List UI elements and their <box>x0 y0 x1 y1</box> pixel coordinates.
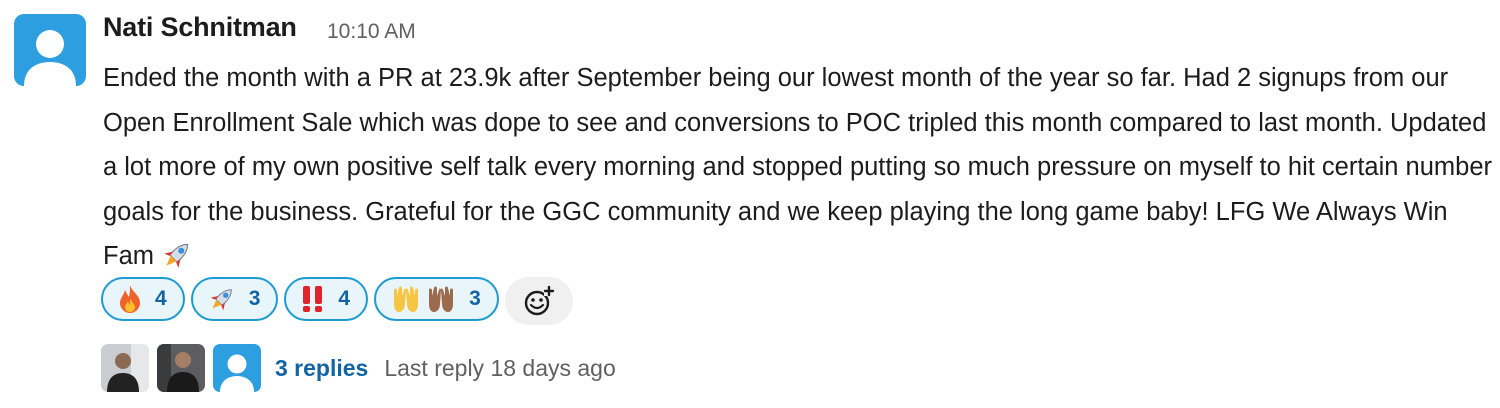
last-reply-text: Last reply 18 days ago <box>384 354 616 381</box>
author-avatar[interactable] <box>14 14 86 86</box>
replier-avatar <box>157 344 205 392</box>
replies-link[interactable]: 3 replies <box>275 355 368 382</box>
add-emoji-icon <box>524 285 554 316</box>
reaction-count: 3 <box>469 287 481 310</box>
add-reaction-button[interactable] <box>504 277 573 325</box>
raised-hands-icon <box>390 284 457 314</box>
reaction-count: 3 <box>248 287 261 310</box>
user-silhouette-icon <box>220 354 254 392</box>
message-body: Ended the month with a PR at 23.9k after… <box>103 56 1493 287</box>
message-timestamp[interactable]: 10:10 AM <box>327 20 416 44</box>
replier-avatar <box>101 344 149 392</box>
reaction-count: 4 <box>338 287 351 310</box>
message-text: Ended the month with a PR at 23.9k after… <box>103 64 1493 270</box>
fire-icon <box>117 284 143 314</box>
rocket-icon <box>207 284 237 314</box>
double-exclamation-icon <box>300 285 326 313</box>
thread-summary[interactable]: 3 replies Last reply 18 days ago <box>101 344 616 392</box>
reactions-bar: 4 3 4 3 <box>101 277 573 325</box>
reaction-fire[interactable]: 4 <box>101 277 185 321</box>
author-name[interactable]: Nati Schnitman <box>103 12 297 43</box>
reaction-count: 4 <box>155 287 167 310</box>
user-silhouette-icon <box>24 30 76 86</box>
replier-avatar <box>213 344 261 392</box>
reaction-double-exclamation[interactable]: 4 <box>284 277 369 321</box>
reaction-rocket[interactable]: 3 <box>190 277 279 321</box>
reaction-raised-hands[interactable]: 3 <box>374 277 499 321</box>
